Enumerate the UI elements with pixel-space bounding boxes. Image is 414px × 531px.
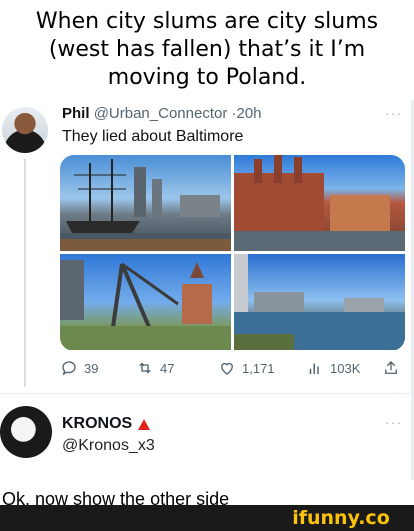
building-illustration	[234, 155, 405, 251]
reply-count: 39	[84, 360, 99, 376]
more-options-icon[interactable]: ···	[385, 105, 402, 121]
tweet[interactable]: Phil @Urban_Connector ·20h ··· They lied…	[0, 103, 414, 393]
watermark-strip	[0, 505, 268, 531]
author-name[interactable]: Phil	[62, 105, 90, 122]
author-handle[interactable]: @Urban_Connector	[94, 105, 228, 122]
reply-icon	[62, 361, 76, 376]
sculpture-illustration	[60, 260, 231, 350]
retweet-icon	[139, 362, 151, 374]
photo-power-plant[interactable]	[234, 155, 405, 251]
avatar[interactable]	[0, 406, 52, 458]
view-count: 103K	[330, 360, 361, 376]
retweet-action[interactable]: 47	[136, 359, 174, 377]
reply-author[interactable]: KRONOS	[62, 414, 151, 434]
photo-harbor-ship[interactable]	[60, 155, 231, 251]
share-icon	[385, 361, 397, 374]
reply-account[interactable]: KRONOS @Kronos_x3 ···	[0, 404, 414, 464]
photo-sculpture[interactable]	[60, 254, 231, 350]
views-action[interactable]: 103K	[306, 359, 360, 377]
waterfront-illustration	[234, 254, 405, 350]
reply-author-name: KRONOS	[62, 415, 133, 432]
tweet-header: Phil @Urban_Connector ·20h	[62, 105, 262, 123]
reply-author-handle[interactable]: @Kronos_x3	[62, 436, 155, 456]
avatar[interactable]	[2, 107, 48, 153]
like-count: 1,171	[242, 360, 275, 376]
more-options-icon[interactable]: ···	[385, 414, 402, 430]
tweet-actions: 39 47 1,171 103K	[60, 359, 405, 383]
views-bar-chart-icon	[309, 363, 319, 374]
thread-line	[24, 159, 26, 387]
tweet-text: They lied about Baltimore	[62, 128, 244, 145]
like-action[interactable]: 1,171	[218, 359, 275, 377]
retweet-count: 47	[160, 360, 175, 376]
ship-illustration	[60, 159, 231, 251]
heart-icon	[221, 362, 233, 375]
media-grid[interactable]	[60, 155, 405, 351]
meme-caption: When city slums are city slums (west has…	[35, 9, 379, 90]
share-action[interactable]	[382, 359, 400, 377]
red-triangle-icon	[138, 418, 151, 430]
reply-action[interactable]: 39	[60, 359, 98, 377]
divider	[0, 393, 414, 394]
photo-waterfront[interactable]	[234, 254, 405, 350]
timestamp[interactable]: 20h	[237, 105, 262, 122]
ifunny-watermark: ifunny.co	[268, 505, 414, 531]
